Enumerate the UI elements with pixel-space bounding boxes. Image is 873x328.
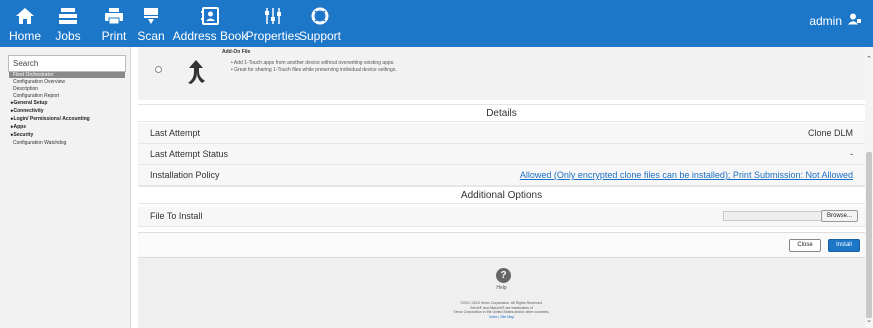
last-attempt-value: Clone DLM [807,128,853,138]
file-to-install-label: File To Install [150,211,203,221]
nav-home-label: Home [9,29,42,43]
copyright-line-3: Xerox Corporation in the United States a… [453,310,550,314]
details-row-last-attempt: Last Attempt Clone DLM [138,123,865,144]
nav-address-book-label: Address Book [172,29,248,43]
nav-scan[interactable]: Scan [136,0,166,47]
scroll-up-arrow-icon[interactable]: ⌃ [865,56,873,64]
copyright-text: ©2017-2019 Xerox Corporation. All Rights… [138,301,865,315]
nav-print-label: Print [101,29,127,43]
footer: ? Help ©2017-2019 Xerox Corporation. All… [138,258,865,328]
additional-options-header: Additional Options [138,186,865,204]
sidebar-section-login-permissions-accounting[interactable]: ▸Login/ Permissions/ Accounting [11,116,90,122]
print-icon [104,5,124,27]
sidebar-item-fleet-orchestrator[interactable]: Fleet Orchestrator [13,72,53,78]
scrollbar[interactable]: ⌃ ⌄ [865,47,873,328]
last-attempt-status-label: Last Attempt Status [150,149,229,159]
help-icon[interactable]: ? [496,268,511,283]
scrollbar-thumb[interactable] [866,152,872,318]
nav-properties[interactable]: Properties [245,0,301,47]
nav-support[interactable]: Support [298,0,342,47]
address-book-icon [200,5,220,27]
nav-jobs[interactable]: Jobs [53,0,83,47]
installation-policy-label: Installation Policy [150,170,220,180]
file-path-field[interactable] [723,211,824,221]
install-button[interactable]: Install [828,239,860,252]
add-on-file-description: Add 1-Touch apps from another device wit… [231,60,397,74]
scroll-down-arrow-icon[interactable]: ⌄ [865,317,873,325]
last-attempt-label: Last Attempt [150,128,201,138]
sidebar-item-description[interactable]: Description [13,86,38,92]
user-name: admin [809,13,842,28]
add-on-file-title: Add-On File [222,49,251,55]
merge-arrow-icon [186,59,206,90]
nav-address-book[interactable]: Address Book [172,0,248,47]
jobs-icon [58,5,78,27]
installation-policy-link[interactable]: Allowed (Only encrypted clone files can … [520,170,853,180]
action-button-bar: Close Install [138,232,865,258]
properties-icon [263,5,283,27]
add-on-file-radio[interactable] [155,66,162,73]
details-row-installation-policy: Installation Policy Allowed (Only encryp… [138,165,865,186]
home-icon [15,5,35,27]
details-row-last-attempt-status: Last Attempt Status - [138,144,865,165]
help-label[interactable]: Help [138,285,865,291]
footer-links[interactable]: Index | Site Map [138,315,865,319]
add-on-file-option: Add-On File Add 1-Touch apps from anothe… [138,47,865,100]
main-content: Add-On File Add 1-Touch apps from anothe… [131,47,865,328]
add-on-bullet-1: Add 1-Touch apps from another device wit… [231,60,397,67]
support-icon [310,5,330,27]
top-navigation-bar: Home Jobs Print Scan Address Book Proper… [0,0,873,47]
sidebar-section-general-setup[interactable]: ▸General Setup [11,100,47,106]
details-header: Details [138,104,865,122]
file-to-install-row: File To Install Browse... [138,207,865,227]
add-on-bullet-2: Great for sharing 1-Touch files while pr… [231,67,397,74]
sidebar-search-input[interactable]: Search [8,55,126,72]
user-icon [848,13,861,28]
scan-icon [141,5,161,27]
browse-button[interactable]: Browse... [821,210,858,222]
close-button[interactable]: Close [789,239,821,252]
sidebar-item-configuration-watchdog[interactable]: Configuration Watchdog [13,140,66,146]
nav-scan-label: Scan [137,29,165,43]
sidebar: Search Fleet Orchestrator Configuration … [0,47,131,328]
nav-print[interactable]: Print [99,0,129,47]
sidebar-item-configuration-report[interactable]: Configuration Report [13,93,59,99]
sidebar-section-security[interactable]: ▸Security [11,132,33,138]
sidebar-section-apps[interactable]: ▸Apps [11,124,26,130]
nav-jobs-label: Jobs [55,29,81,43]
last-attempt-status-value: - [850,149,853,159]
nav-support-label: Support [298,29,342,43]
sidebar-section-connectivity[interactable]: ▸Connectivity [11,108,44,114]
user-menu[interactable]: admin [809,13,861,28]
nav-properties-label: Properties [245,29,301,43]
sidebar-item-configuration-overview[interactable]: Configuration Overview [13,79,65,85]
nav-home[interactable]: Home [9,0,42,47]
